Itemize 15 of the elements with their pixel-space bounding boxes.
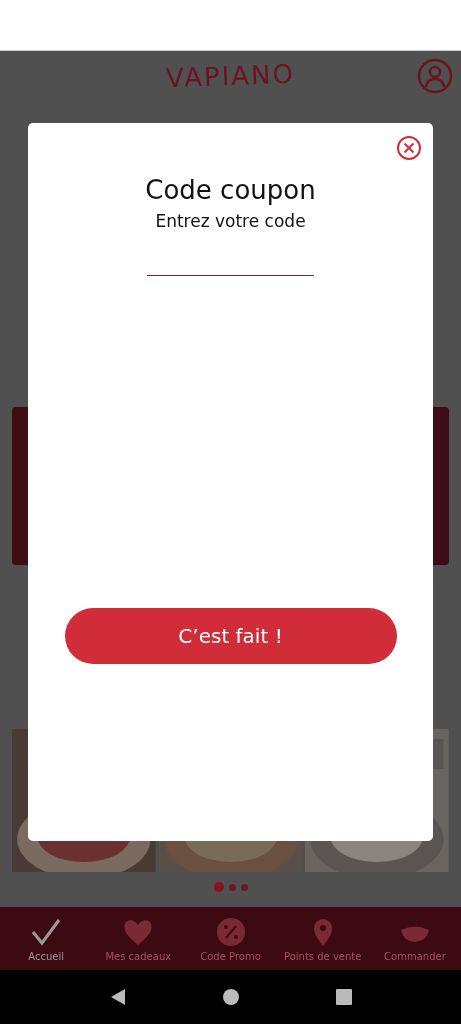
nav-tab[interactable]: Accueil [0,907,93,970]
nav-tab[interactable]: Commander [368,907,461,970]
recents-icon[interactable] [334,988,353,1006]
confirm-button[interactable]: C’est fait ! [64,608,397,664]
nav-tab[interactable]: Points de vente [276,907,369,970]
dialog-title: Code coupon [145,175,316,205]
close-icon[interactable] [396,135,422,161]
nav-tab[interactable]: Mes cadeaux [92,907,185,970]
dialog-subtitle: Entrez votre code [155,211,306,231]
page-dot[interactable] [228,883,236,891]
page-dot[interactable] [240,883,248,891]
logo: VAPIANO [165,58,296,94]
home-icon[interactable] [221,988,240,1006]
page-dot[interactable] [213,882,224,892]
nav-tab[interactable]: Code Promo [184,907,277,970]
